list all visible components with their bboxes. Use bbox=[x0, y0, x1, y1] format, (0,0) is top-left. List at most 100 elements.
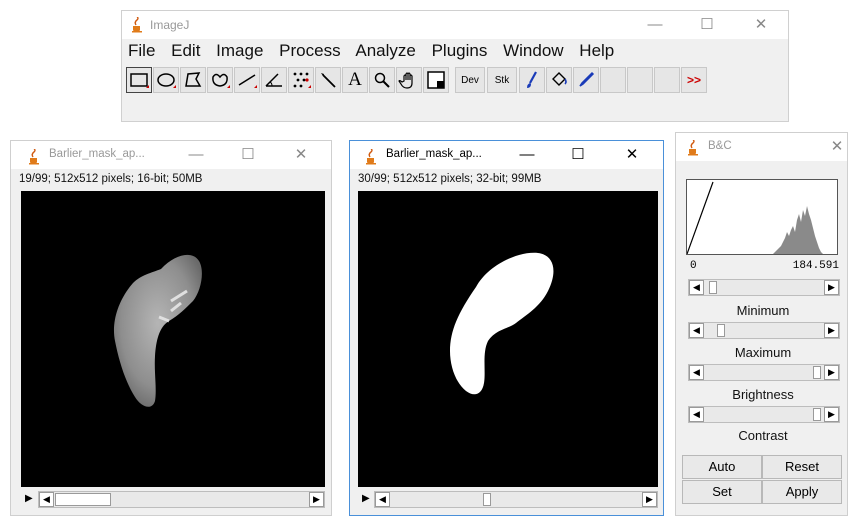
minimum-increase[interactable]: ▶ bbox=[824, 280, 839, 295]
text-tool[interactable]: A bbox=[342, 67, 368, 93]
close-button[interactable]: ✕ bbox=[288, 144, 314, 166]
color-picker-icon bbox=[427, 71, 445, 89]
minimum-decrease[interactable]: ◀ bbox=[689, 280, 704, 295]
rectangle-tool[interactable] bbox=[126, 67, 152, 93]
minimize-button[interactable]: — bbox=[183, 144, 209, 166]
maximum-slider-thumb[interactable] bbox=[717, 324, 725, 337]
oval-tool[interactable] bbox=[153, 67, 179, 93]
left-window-title: Barlier_mask_ap... bbox=[49, 148, 145, 160]
histogram-plot bbox=[686, 181, 823, 255]
minimum-slider-thumb[interactable] bbox=[709, 281, 717, 294]
menu-process[interactable]: Process bbox=[279, 41, 340, 60]
magnifier-icon bbox=[374, 72, 390, 88]
bc-titlebar[interactable]: B&C ✕ bbox=[676, 133, 847, 161]
pencil-icon bbox=[579, 71, 595, 87]
right-titlebar[interactable]: Barlier_mask_ap... — ☐ ✕ bbox=[350, 141, 663, 169]
more-tools-button[interactable]: >> bbox=[681, 67, 707, 93]
menu-help[interactable]: Help bbox=[579, 41, 614, 60]
apply-button[interactable]: Apply bbox=[762, 480, 842, 504]
left-image-canvas[interactable] bbox=[21, 191, 325, 487]
imagej-title: ImageJ bbox=[150, 18, 190, 32]
maximize-button[interactable]: ☐ bbox=[565, 144, 591, 166]
multipoint-tool[interactable] bbox=[288, 67, 314, 93]
left-image-info: 19/99; 512x512 pixels; 16-bit; 50MB bbox=[19, 173, 203, 185]
left-scroll-left[interactable]: ◀ bbox=[39, 492, 54, 507]
right-image-canvas[interactable] bbox=[358, 191, 658, 487]
hand-tool[interactable] bbox=[396, 67, 422, 93]
polygon-tool[interactable] bbox=[180, 67, 206, 93]
imagej-titlebar[interactable]: ImageJ — ☐ ✕ bbox=[122, 11, 788, 39]
contrast-slider-thumb[interactable] bbox=[813, 408, 821, 421]
left-scroll-right[interactable]: ▶ bbox=[309, 492, 324, 507]
maximum-decrease[interactable]: ◀ bbox=[689, 323, 704, 338]
left-titlebar[interactable]: Barlier_mask_ap... — ☐ ✕ bbox=[11, 141, 331, 169]
menu-window[interactable]: Window bbox=[503, 41, 563, 60]
brightness-slider-thumb[interactable] bbox=[813, 366, 821, 379]
maximum-label: Maximum bbox=[734, 345, 792, 360]
menu-file[interactable]: File bbox=[128, 41, 155, 60]
left-image-window: Barlier_mask_ap... — ☐ ✕ 19/99; 512x512 … bbox=[10, 140, 332, 516]
close-button[interactable]: ✕ bbox=[824, 136, 848, 158]
close-button[interactable]: ✕ bbox=[619, 144, 645, 166]
flood-fill-tool[interactable] bbox=[546, 67, 572, 93]
histogram-min-value: 0 bbox=[690, 260, 697, 272]
java-cup-icon bbox=[29, 149, 39, 165]
wand-tool[interactable] bbox=[315, 67, 341, 93]
reset-button[interactable]: Reset bbox=[762, 455, 842, 479]
angle-icon bbox=[265, 73, 282, 87]
oval-icon bbox=[157, 73, 176, 88]
line-tool[interactable] bbox=[234, 67, 260, 93]
right-window-title: Barlier_mask_ap... bbox=[386, 148, 482, 160]
maximum-slider[interactable]: ◀ ▶ bbox=[688, 322, 840, 339]
flood-fill-icon bbox=[552, 72, 567, 86]
left-scroll-thumb[interactable] bbox=[55, 493, 111, 506]
menu-analyze[interactable]: Analyze bbox=[355, 41, 415, 60]
magnifier-tool[interactable] bbox=[369, 67, 395, 93]
freehand-tool[interactable] bbox=[207, 67, 233, 93]
set-button[interactable]: Set bbox=[682, 480, 762, 504]
minimum-slider[interactable]: ◀ ▶ bbox=[688, 279, 840, 296]
menu-plugins[interactable]: Plugins bbox=[432, 41, 488, 60]
brightness-slider[interactable]: ◀ ▶ bbox=[688, 364, 840, 381]
close-button[interactable]: ✕ bbox=[748, 14, 774, 36]
minimum-label: Minimum bbox=[736, 303, 790, 318]
empty-slot-2 bbox=[627, 67, 653, 93]
left-slice-scrollbar[interactable]: ◀ ▶ bbox=[38, 491, 325, 508]
dev-menu[interactable]: Dev bbox=[455, 67, 485, 93]
right-play-icon[interactable]: ▶ bbox=[362, 493, 370, 504]
line-icon bbox=[238, 74, 257, 88]
brightness-increase[interactable]: ▶ bbox=[824, 365, 839, 380]
right-scroll-right[interactable]: ▶ bbox=[642, 492, 657, 507]
contrast-label: Contrast bbox=[738, 428, 788, 443]
angle-tool[interactable] bbox=[261, 67, 287, 93]
pencil-tool[interactable] bbox=[573, 67, 599, 93]
stk-menu[interactable]: Stk bbox=[487, 67, 517, 93]
menu-edit[interactable]: Edit bbox=[171, 41, 200, 60]
menu-bar: File Edit Image Process Analyze Plugins … bbox=[128, 41, 625, 63]
maximize-button[interactable]: ☐ bbox=[694, 14, 720, 36]
right-slice-scrollbar[interactable]: ◀ ▶ bbox=[374, 491, 658, 508]
right-scroll-left[interactable]: ◀ bbox=[375, 492, 390, 507]
rectangle-icon bbox=[130, 73, 149, 88]
maximum-increase[interactable]: ▶ bbox=[824, 323, 839, 338]
brightness-label: Brightness bbox=[732, 387, 794, 402]
right-image-window: Barlier_mask_ap... — ☐ ✕ 30/99; 512x512 … bbox=[349, 140, 664, 516]
hand-icon bbox=[398, 72, 413, 89]
right-scroll-thumb[interactable] bbox=[483, 493, 491, 506]
auto-button[interactable]: Auto bbox=[682, 455, 762, 479]
maximize-button[interactable]: ☐ bbox=[235, 144, 261, 166]
brightness-decrease[interactable]: ◀ bbox=[689, 365, 704, 380]
java-cup-icon bbox=[132, 17, 142, 33]
brush-tool[interactable] bbox=[519, 67, 545, 93]
color-picker-tool[interactable] bbox=[423, 67, 449, 93]
left-play-icon[interactable]: ▶ bbox=[25, 493, 33, 504]
bc-window: B&C ✕ 0 184.591 ◀ ▶ Minimum ◀ ▶ Maximum … bbox=[675, 132, 848, 516]
contrast-decrease[interactable]: ◀ bbox=[689, 407, 704, 422]
menu-image[interactable]: Image bbox=[216, 41, 263, 60]
contrast-slider[interactable]: ◀ ▶ bbox=[688, 406, 840, 423]
minimize-button[interactable]: — bbox=[642, 14, 668, 36]
dev-label: Dev bbox=[461, 74, 479, 86]
minimize-button[interactable]: — bbox=[514, 144, 540, 166]
more-tools-label: >> bbox=[686, 73, 701, 87]
contrast-increase[interactable]: ▶ bbox=[824, 407, 839, 422]
